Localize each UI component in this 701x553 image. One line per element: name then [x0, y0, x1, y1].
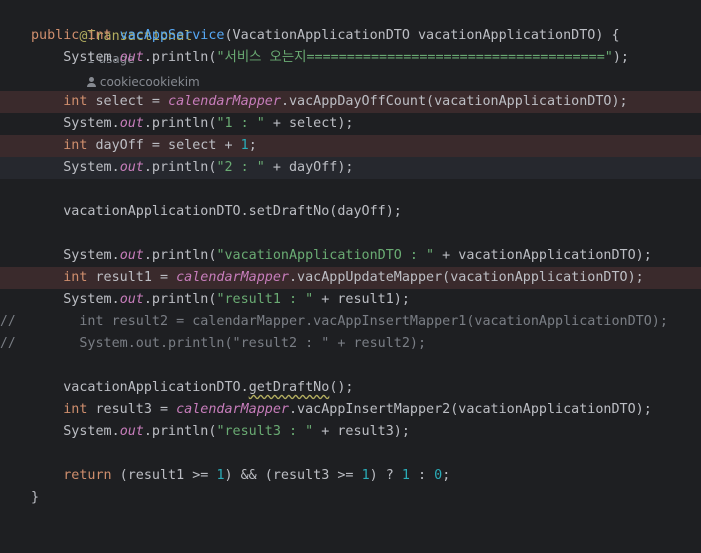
code-line-1[interactable]: @Transactional 1 usage cookiecookiekim [0, 4, 701, 89]
comment-marker: // [0, 314, 16, 329]
keyword: int [63, 138, 88, 153]
code-line-7[interactable]: int dayOff = select + 1; [0, 135, 701, 157]
code-text: dayOff = select + [87, 138, 241, 153]
keyword: public [31, 28, 80, 43]
keyword: int [63, 270, 88, 285]
number-literal: 1 [401, 468, 410, 483]
code-text: System. [63, 116, 120, 131]
code-text: ; [442, 468, 451, 483]
number-literal: 1 [240, 138, 249, 153]
field: out [119, 50, 144, 65]
number-literal: 0 [434, 468, 443, 483]
code-text: select = [87, 94, 169, 109]
field: out [119, 160, 144, 175]
author-hint[interactable]: cookiecookiekim [79, 75, 200, 89]
code-line-12[interactable]: System.out.println("vacationApplicationD… [0, 245, 701, 267]
code-text: (result1 >= [111, 468, 217, 483]
field: calendarMapper [176, 402, 289, 417]
code-text: vacationApplicationDTO.setDraftNo(dayOff… [63, 204, 402, 219]
code-text: result1 = [87, 270, 177, 285]
code-editor[interactable]: @Transactional 1 usage cookiecookiekim p… [0, 0, 701, 522]
person-icon [87, 77, 97, 87]
code-text: ) ? [369, 468, 402, 483]
code-line-3[interactable]: System.out.println("서비스 오는지=============… [0, 47, 701, 69]
field: calendarMapper [168, 94, 281, 109]
code-text: + vacationApplicationDTO); [434, 248, 652, 263]
code-text: System. [63, 424, 120, 439]
field: calendarMapper [176, 270, 289, 285]
code-text: .println( [143, 116, 217, 131]
code-text: System. [63, 248, 120, 263]
code-line-13[interactable]: int result1 = calendarMapper.vacAppUpdat… [0, 267, 701, 289]
code-line-10[interactable]: vacationApplicationDTO.setDraftNo(dayOff… [0, 201, 701, 223]
code-text: ); [612, 50, 629, 65]
code-line-18[interactable]: vacationApplicationDTO.getDraftNo(); [0, 377, 701, 399]
string-literal: "1 : " [216, 116, 265, 131]
code-text: + result1); [313, 292, 410, 307]
field: out [119, 424, 144, 439]
comment-text: int result2 = calendarMapper.vacAppInser… [79, 314, 668, 329]
number-literal: 1 [361, 468, 370, 483]
code-line-8[interactable]: System.out.println("2 : " + dayOff); [0, 157, 701, 179]
code-text: System. [63, 160, 120, 175]
params: (VacationApplicationDTO vacationApplicat… [224, 28, 620, 43]
code-line-22[interactable]: return (result1 >= 1) && (result3 >= 1) … [0, 465, 701, 487]
code-text: System. [63, 292, 120, 307]
string-literal: "result1 : " [216, 292, 314, 307]
code-line-16[interactable]: // System.out.println("result2 : " + res… [0, 333, 701, 355]
code-line-14[interactable]: System.out.println("result1 : " + result… [0, 289, 701, 311]
string-literal: "서비스 오는지================================… [216, 50, 613, 65]
string-literal: "2 : " [216, 160, 265, 175]
code-line-15[interactable]: // int result2 = calendarMapper.vacAppIn… [0, 311, 701, 333]
code-text: : [409, 468, 435, 483]
code-text: (); [329, 380, 354, 395]
keyword: int [63, 94, 88, 109]
method-name: vacAppService [119, 28, 225, 43]
string-literal: "result3 : " [216, 424, 314, 439]
code-text: result3 = [87, 402, 177, 417]
code-text: + select); [264, 116, 354, 131]
number-literal: 1 [216, 468, 225, 483]
field: out [119, 292, 144, 307]
code-line-6[interactable]: System.out.println("1 : " + select); [0, 113, 701, 135]
code-text: + dayOff); [264, 160, 354, 175]
code-line-20[interactable]: System.out.println("result3 : " + result… [0, 421, 701, 443]
field: out [119, 248, 144, 263]
code-text: .vacAppUpdateMapper(vacationApplicationD… [289, 270, 644, 285]
code-line-23[interactable]: } [0, 487, 701, 509]
code-text: .vacAppInsertMapper2(vacationApplication… [289, 402, 652, 417]
warning-highlight[interactable]: getDraftNo [249, 380, 330, 395]
code-text: vacationApplicationDTO. [63, 380, 249, 395]
code-text: + result3); [313, 424, 410, 439]
code-line-2[interactable]: public int vacAppService(VacationApplica… [0, 25, 701, 47]
code-line-5[interactable]: int select = calendarMapper.vacAppDayOff… [0, 91, 701, 113]
field: out [119, 116, 144, 131]
code-text: .println( [143, 292, 217, 307]
code-text: System. [63, 50, 120, 65]
comment-marker: // [0, 336, 16, 351]
code-text: ; [248, 138, 257, 153]
keyword: int [63, 402, 88, 417]
code-text: .vacAppDayOffCount(vacationApplicationDT… [280, 94, 628, 109]
code-text: .println( [143, 50, 217, 65]
code-line-19[interactable]: int result3 = calendarMapper.vacAppInser… [0, 399, 701, 421]
closing-brace: } [31, 490, 40, 505]
code-text: .println( [143, 160, 217, 175]
keyword: int [87, 28, 112, 43]
string-literal: "vacationApplicationDTO : " [216, 248, 435, 263]
code-text: ) && (result3 >= [224, 468, 362, 483]
comment-text: System.out.println("result2 : " + result… [79, 336, 427, 351]
code-text: .println( [143, 424, 217, 439]
code-text: .println( [143, 248, 217, 263]
keyword: return [63, 468, 112, 483]
